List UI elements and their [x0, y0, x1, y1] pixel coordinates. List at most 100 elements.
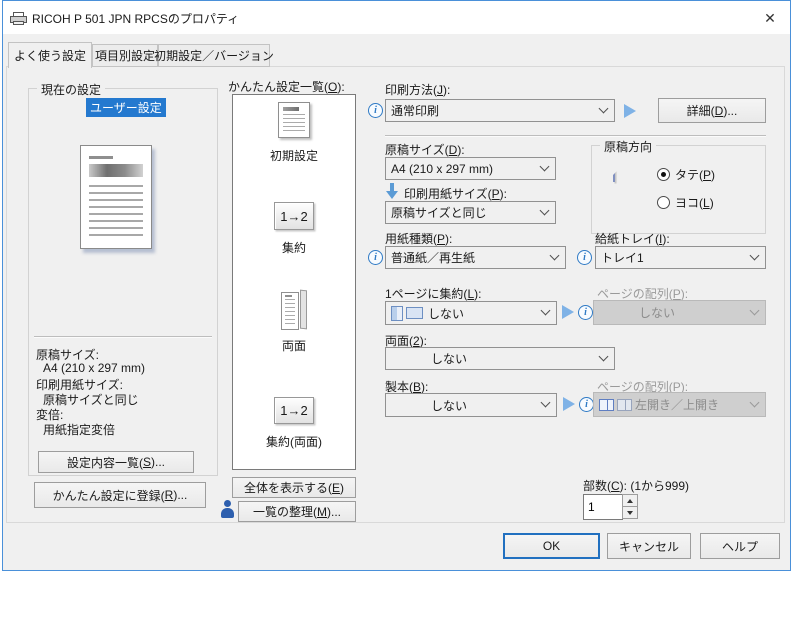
radio-button-icon[interactable] — [657, 196, 670, 209]
list-item-label: 集約(両面) — [266, 433, 322, 450]
list-item-duplex[interactable]: 両面 — [232, 290, 356, 354]
paper-type-label: 用紙種類(P): — [385, 230, 452, 247]
page-order-combine-select: しない — [593, 300, 766, 325]
summary-line: 変倍: — [36, 406, 145, 421]
list-item-label: 集約 — [282, 239, 306, 256]
register-one-click-button[interactable]: かんたん設定に登録(R)... — [34, 482, 206, 508]
organize-list-button[interactable]: 一覧の整理(M)... — [238, 501, 356, 522]
info-icon[interactable]: i — [368, 103, 383, 118]
open-book-icon — [599, 399, 614, 411]
combine-select[interactable]: しない — [385, 301, 557, 325]
radio-landscape[interactable]: ヨコ(L) — [657, 194, 714, 211]
tab-item-settings[interactable]: 項目別設定 — [92, 44, 158, 67]
chevron-down-icon — [540, 205, 550, 215]
down-arrow-icon — [386, 183, 398, 199]
current-settings-label: 現在の設定 — [37, 81, 105, 98]
tab-favorite-settings[interactable]: よく使う設定 — [8, 42, 92, 68]
chevron-down-icon — [550, 250, 560, 260]
print-paper-size-select[interactable]: 原稿サイズと同じ — [385, 201, 556, 224]
page-order-combine-value: しない — [599, 304, 675, 321]
chevron-down-icon — [750, 250, 760, 260]
close-button[interactable]: ✕ — [752, 5, 788, 31]
duplex-select[interactable]: しない — [385, 347, 615, 370]
one-to-two-duplex-icon: 1→2 — [274, 397, 314, 424]
chevron-down-icon — [540, 161, 550, 171]
summary-line: 原稿サイズ: — [36, 346, 145, 361]
duplex-value: しない — [391, 350, 467, 367]
help-button[interactable]: ヘルプ — [700, 533, 780, 559]
orientation-group: 原稿方向 タテ(P) ヨコ(L) — [591, 145, 766, 234]
preset-name-badge: ユーザー設定 — [86, 98, 166, 117]
orientation-page-icon — [613, 166, 615, 182]
one-click-list-label: かんたん設定一覧(O): — [228, 78, 345, 95]
chevron-down-icon — [599, 351, 609, 361]
print-paper-size-label: 印刷用紙サイズ(P): — [404, 185, 507, 202]
summary-line: 原稿サイズと同じ — [36, 391, 145, 406]
copies-stepper — [622, 494, 638, 519]
print-method-value: 通常印刷 — [391, 102, 439, 119]
booklet-select[interactable]: しない — [385, 393, 557, 417]
details-button[interactable]: 詳細(D)... — [658, 98, 766, 123]
document-preview — [80, 145, 152, 249]
info-icon[interactable]: i — [578, 305, 593, 320]
radio-portrait[interactable]: タテ(P) — [657, 166, 715, 183]
print-method-label: 印刷方法(J): — [385, 81, 450, 98]
list-item-default[interactable]: 初期設定 — [232, 102, 356, 164]
section-separator — [385, 135, 766, 137]
orientation-label: 原稿方向 — [600, 138, 656, 155]
chevron-down-icon — [541, 306, 551, 316]
list-item-label: 初期設定 — [270, 147, 318, 164]
proceed-arrow-icon — [563, 397, 575, 411]
tray-label: 給紙トレイ(I): — [595, 230, 670, 247]
ok-button[interactable]: OK — [503, 533, 600, 559]
chevron-down-icon — [599, 103, 609, 113]
print-paper-size-value: 原稿サイズと同じ — [391, 204, 487, 221]
info-icon[interactable]: i — [579, 397, 594, 412]
cancel-button[interactable]: キャンセル — [607, 533, 691, 559]
list-item-combine[interactable]: 1→2 集約 — [232, 202, 356, 256]
page-order-booklet-value: 左開き／上開き — [635, 396, 719, 413]
original-size-value: A4 (210 x 297 mm) — [391, 162, 493, 176]
paper-type-select[interactable]: 普通紙／再生紙 — [385, 246, 566, 269]
proceed-arrow-icon — [562, 305, 574, 319]
radio-button-icon[interactable] — [657, 168, 670, 181]
chevron-down-icon — [750, 397, 760, 407]
summary-separator — [34, 336, 212, 338]
duplex-page-icon — [281, 290, 307, 328]
open-book-icon — [617, 399, 632, 411]
printer-icon — [10, 12, 27, 25]
original-size-select[interactable]: A4 (210 x 297 mm) — [385, 157, 556, 180]
booklet-value: しない — [391, 397, 467, 414]
person-icon — [220, 500, 234, 518]
show-all-button[interactable]: 全体を表示する(E) — [232, 477, 356, 498]
settings-details-button[interactable]: 設定内容一覧(S)... — [38, 451, 194, 473]
radio-portrait-label: タテ(P) — [675, 166, 715, 183]
document-icon — [278, 102, 310, 138]
info-icon[interactable]: i — [368, 250, 383, 265]
original-size-label: 原稿サイズ(D): — [385, 141, 465, 158]
summary-line: 用紙指定変倍 — [36, 421, 145, 436]
combine-label: 1ページに集約(L): — [385, 285, 481, 302]
page-order-booklet-select: 左開き／上開き — [593, 392, 766, 417]
print-method-select[interactable]: 通常印刷 — [385, 99, 615, 122]
paper-type-value: 普通紙／再生紙 — [391, 249, 475, 266]
spin-down-button[interactable] — [622, 506, 638, 519]
settings-summary: 原稿サイズ: A4 (210 x 297 mm) 印刷用紙サイズ: 原稿サイズと… — [36, 346, 145, 436]
window-title: RICOH P 501 JPN RPCSのプロパティ — [32, 10, 239, 27]
tray-value: トレイ1 — [601, 249, 644, 266]
list-item-label: 両面 — [282, 337, 306, 354]
preview-text-lines — [89, 185, 143, 240]
tray-select[interactable]: トレイ1 — [595, 246, 766, 269]
preview-heading-band — [89, 164, 143, 177]
proceed-arrow-icon — [624, 104, 636, 118]
summary-line: 印刷用紙サイズ: — [36, 376, 145, 391]
radio-landscape-label: ヨコ(L) — [675, 194, 714, 211]
chevron-down-icon — [541, 398, 551, 408]
combine-value: しない — [428, 305, 464, 322]
info-icon[interactable]: i — [577, 250, 592, 265]
preview-title-line — [89, 156, 113, 159]
copies-label: 部数(C): (1から999) — [583, 477, 689, 494]
copies-input[interactable] — [583, 494, 623, 520]
tab-initial-version[interactable]: 初期設定／バージョン — [158, 44, 270, 67]
list-item-combine-duplex[interactable]: 1→2 集約(両面) — [232, 395, 356, 450]
